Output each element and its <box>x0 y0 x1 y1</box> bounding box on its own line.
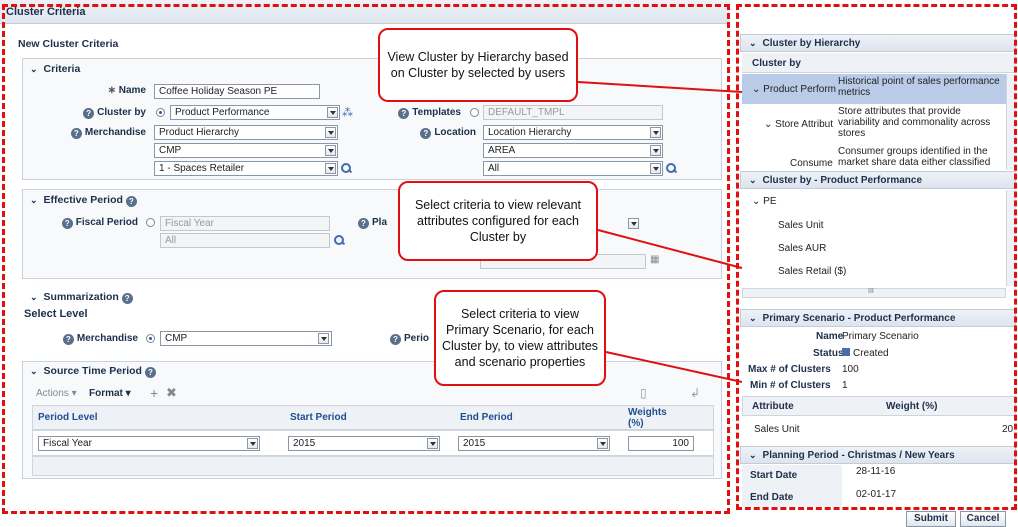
callout-hierarchy: View Cluster by Hierarchy based on Clust… <box>378 28 578 102</box>
callout-attributes: Select criteria to view relevant attribu… <box>398 181 598 261</box>
callout-scenario: Select criteria to view Primary Scenario… <box>434 290 606 386</box>
